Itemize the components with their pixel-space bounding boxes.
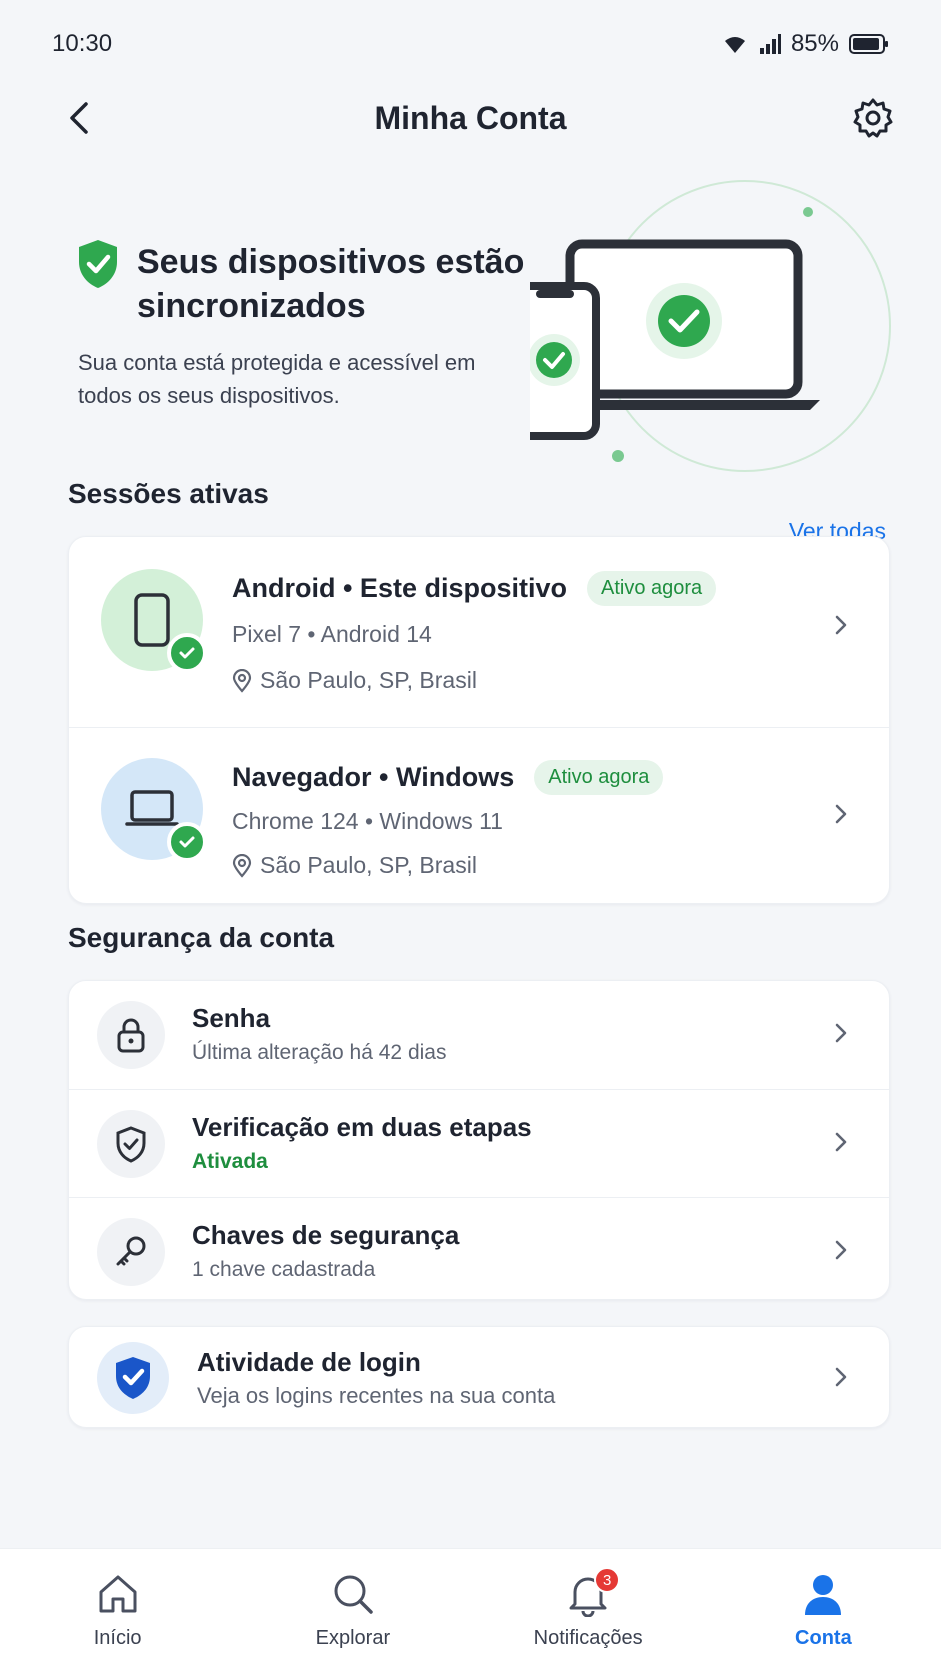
password-subtitle: Última alteração há 42 dias (192, 1041, 447, 1064)
bottom-nav: Início Explorar 3 Notificações Conta (0, 1548, 941, 1672)
phone-icon (134, 593, 170, 647)
session-location-text: São Paulo, SP, Brasil (260, 667, 477, 693)
chevron-right-icon (835, 1367, 847, 1387)
login-activity-card[interactable]: Atividade de login Veja os logins recent… (68, 1326, 890, 1428)
nav-label: Conta (795, 1627, 852, 1649)
login-activity-subtitle: Veja os logins recentes na sua conta (197, 1383, 556, 1408)
status-badge: Ativo agora (534, 760, 664, 795)
session-row-android[interactable]: Android • Este dispositivo Ativo agora P… (69, 537, 889, 727)
session-name: Navegador • Windows Ativo agora (232, 760, 664, 795)
status-badge: Ativo agora (586, 571, 717, 606)
chevron-right-icon (835, 1132, 847, 1152)
session-device-label: Navegador • Windows (232, 762, 515, 792)
chevron-right-icon (835, 804, 847, 824)
two-step-row[interactable]: Verificação em duas etapas Ativada (69, 1089, 889, 1197)
session-location: São Paulo, SP, Brasil (232, 667, 477, 694)
session-location-text: São Paulo, SP, Brasil (260, 852, 477, 878)
notification-count-badge: 3 (594, 1567, 621, 1593)
hero-title: Seus dispositivos estão sincronizados (137, 243, 525, 325)
nav-label: Explorar (315, 1627, 391, 1649)
nav-item-home[interactable]: Início (18, 1549, 218, 1672)
session-details: Pixel 7 • Android 14 (232, 621, 432, 647)
back-arrow-icon[interactable] (60, 98, 100, 138)
battery-percent: 85% (790, 30, 839, 57)
two-step-title: Verificação em duas etapas (192, 1112, 532, 1142)
security-title: Segurança da conta (68, 922, 335, 953)
laptop-icon (125, 790, 179, 826)
status-icons: 85% (721, 30, 889, 58)
password-row[interactable]: Senha Última alteração há 42 dias (69, 981, 889, 1089)
nav-label: Notificações (533, 1627, 643, 1649)
nav-item-account[interactable]: Conta (723, 1549, 923, 1672)
session-device-label: Android • Este dispositivo (232, 573, 567, 603)
shield-check-icon (79, 240, 117, 288)
status-time: 10:30 (52, 30, 113, 57)
security-keys-subtitle: 1 chave cadastrada (192, 1258, 376, 1281)
battery-icon (849, 34, 888, 54)
location-pin-icon (232, 668, 252, 693)
home-icon (99, 1575, 137, 1613)
password-title: Senha (192, 1003, 271, 1033)
security-card: Senha Última alteração há 42 dias Verifi… (68, 980, 890, 1300)
phone-avatar (101, 569, 207, 673)
key-icon (97, 1218, 165, 1286)
person-icon (805, 1575, 842, 1615)
signal-icon (759, 34, 781, 54)
chevron-right-icon (835, 1023, 847, 1043)
session-details: Chrome 124 • Windows 11 (232, 808, 503, 834)
sessions-title: Sessões ativas (68, 478, 269, 509)
check-icon (167, 822, 207, 862)
top-bar: Minha Conta (0, 80, 941, 156)
two-step-status: Ativada (192, 1150, 268, 1173)
shield-icon (97, 1110, 165, 1178)
session-location: São Paulo, SP, Brasil (232, 852, 477, 879)
session-row-windows[interactable]: Navegador • Windows Ativo agora Chrome 1… (69, 727, 889, 903)
nav-item-notifications[interactable]: 3 Notificações (488, 1549, 688, 1672)
login-activity-title: Atividade de login (197, 1347, 421, 1377)
sync-hero: Seus dispositivos estão sincronizados Su… (0, 170, 941, 500)
security-keys-row[interactable]: Chaves de segurança 1 chave cadastrada (69, 1197, 889, 1299)
location-pin-icon (232, 853, 252, 878)
security-keys-title: Chaves de segurança (192, 1220, 460, 1250)
chevron-right-icon (835, 1240, 847, 1260)
wifi-icon (724, 37, 745, 53)
sessions-card: Android • Este dispositivo Ativo agora P… (68, 536, 890, 904)
status-bar: 10:30 85% (0, 0, 941, 88)
lock-icon (97, 1001, 165, 1069)
hero-description: Sua conta está protegida e acessível em … (78, 350, 476, 408)
nav-label: Início (93, 1627, 142, 1649)
laptop-avatar (101, 758, 207, 862)
check-icon (167, 633, 207, 673)
shield-check-icon (97, 1342, 169, 1414)
nav-item-explore[interactable]: Explorar (253, 1549, 453, 1672)
gear-icon[interactable] (851, 96, 895, 140)
page-title: Minha Conta (374, 99, 567, 136)
devices-illustration (530, 180, 891, 472)
search-icon (334, 1575, 373, 1614)
chevron-right-icon (835, 615, 847, 635)
session-name: Android • Este dispositivo Ativo agora (232, 571, 717, 606)
